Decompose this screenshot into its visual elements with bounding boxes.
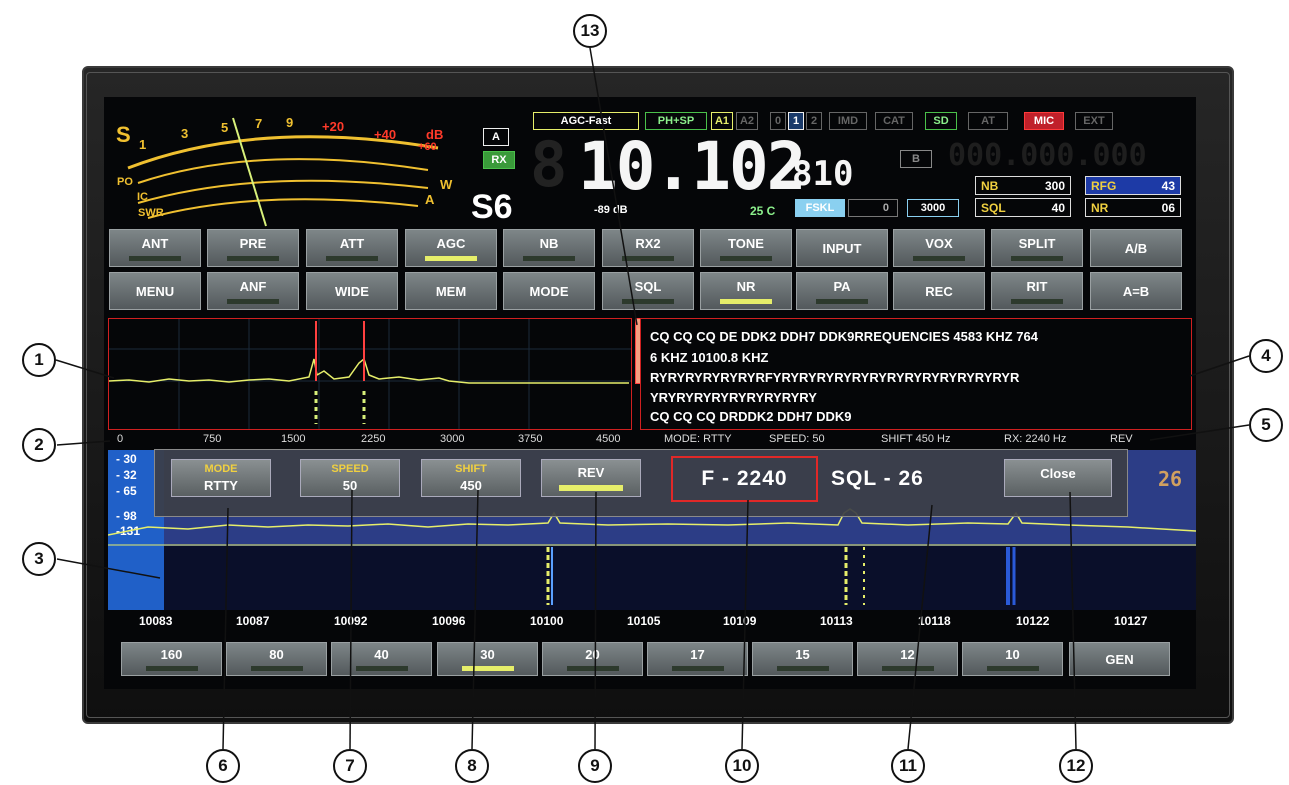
callout-8: 8 <box>455 749 489 783</box>
callout-9: 9 <box>578 749 612 783</box>
callout-4: 4 <box>1249 339 1283 373</box>
callout-10: 10 <box>725 749 759 783</box>
callout-13: 13 <box>573 14 607 48</box>
callout-2: 2 <box>22 428 56 462</box>
callout-6: 6 <box>206 749 240 783</box>
callout-12: 12 <box>1059 749 1093 783</box>
callout-3: 3 <box>22 542 56 576</box>
callout-11: 11 <box>891 749 925 783</box>
callout-1: 1 <box>22 343 56 377</box>
callout-leader-lines <box>55 47 1250 750</box>
callout-5: 5 <box>1249 408 1283 442</box>
callout-7: 7 <box>333 749 367 783</box>
